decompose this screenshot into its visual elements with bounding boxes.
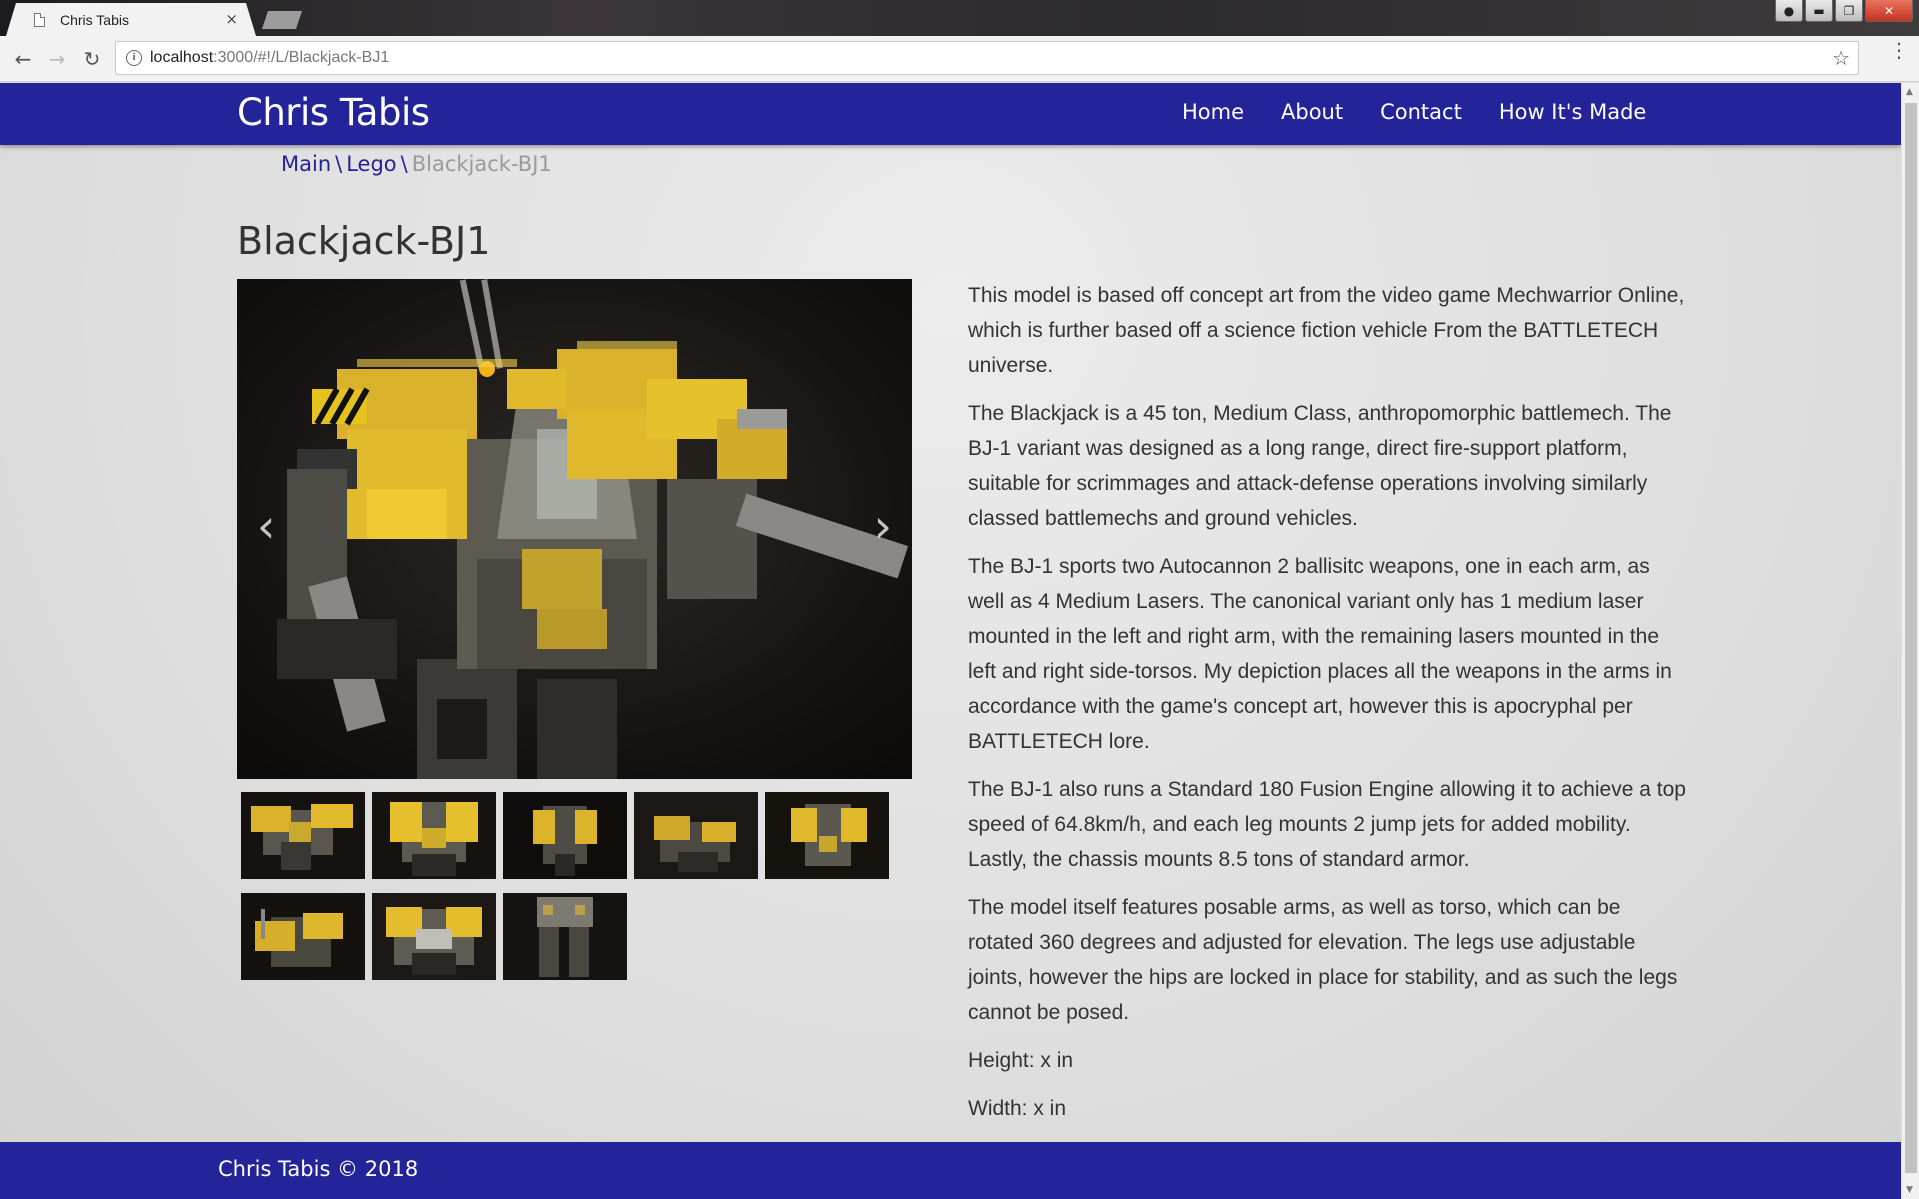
back-arrow-icon[interactable]: ← [8, 44, 38, 74]
window-controls: ● ▬ ❐ ✕ [1775, 0, 1913, 22]
description-paragraph: The BJ-1 also runs a Standard 180 Fusion… [968, 778, 1686, 871]
browser-toolbar: ← → ↻ i localhost:3000/#!/L/Blackjack-BJ… [0, 36, 1919, 82]
image-carousel: ‹ › [237, 279, 912, 779]
breadcrumb-current: Blackjack-BJ1 [411, 152, 552, 176]
user-icon[interactable]: ● [1775, 0, 1803, 22]
url-host: localhost [150, 49, 214, 66]
tab-close-icon[interactable]: × [225, 10, 238, 28]
breadcrumb-separator: \ [335, 152, 343, 176]
reload-icon[interactable]: ↻ [77, 44, 107, 74]
tab-title: Chris Tabis [60, 12, 129, 28]
address-bar[interactable]: i localhost:3000/#!/L/Blackjack-BJ1 ☆ [115, 41, 1859, 75]
carousel-next-icon[interactable]: › [874, 499, 892, 553]
site-navbar: Chris Tabis Home About Contact How It's … [0, 83, 1901, 145]
page-title: Blackjack-BJ1 [237, 219, 491, 263]
nav-home[interactable]: Home [1182, 100, 1244, 124]
width-spec: Width: x in [968, 1097, 1067, 1120]
restore-icon[interactable]: ❐ [1835, 0, 1863, 22]
site-brand[interactable]: Chris Tabis [237, 91, 430, 134]
browser-tabstrip: Chris Tabis × ● ▬ ❐ ✕ [0, 0, 1919, 36]
vertical-scrollbar[interactable]: ▲ ▼ [1901, 83, 1919, 1199]
thumbnail-3[interactable] [503, 792, 627, 879]
bookmark-star-icon[interactable]: ☆ [1832, 46, 1850, 70]
description-paragraph: The Blackjack is a 45 ton, Medium Class,… [968, 402, 1672, 530]
thumbnail-6[interactable] [241, 893, 365, 980]
height-spec: Height: x in [968, 1049, 1074, 1072]
close-window-icon[interactable]: ✕ [1865, 0, 1913, 22]
breadcrumb-main[interactable]: Main [281, 152, 331, 176]
mech-photo [237, 279, 912, 779]
minimize-icon[interactable]: ▬ [1805, 0, 1833, 22]
carousel-prev-icon[interactable]: ‹ [257, 499, 275, 553]
scroll-down-icon[interactable]: ▼ [1906, 1185, 1913, 1195]
url-text[interactable]: localhost:3000/#!/L/Blackjack-BJ1 [150, 49, 389, 67]
thumbnail-1[interactable] [241, 792, 365, 879]
breadcrumb: Main \ Lego \ Blackjack-BJ1 [281, 152, 552, 176]
thumbnail-gallery [241, 792, 911, 980]
nav-about[interactable]: About [1281, 100, 1343, 124]
breadcrumb-separator: \ [400, 152, 408, 176]
scrollbar-thumb[interactable] [1905, 103, 1917, 1173]
nav-links: Home About Contact How It's Made [1182, 100, 1646, 124]
thumbnail-7[interactable] [372, 893, 496, 980]
footer-copyright: Chris Tabis © 2018 [218, 1157, 419, 1181]
thumbnail-5[interactable] [765, 792, 889, 879]
info-icon[interactable]: i [126, 50, 142, 66]
description-paragraph: This model is based off concept art from… [968, 284, 1685, 377]
description: This model is based off concept art from… [968, 278, 1688, 1139]
nav-how-its-made[interactable]: How It's Made [1499, 100, 1647, 124]
url-path: :3000/#!/L/Blackjack-BJ1 [213, 49, 390, 66]
thumbnail-2[interactable] [372, 792, 496, 879]
thumbnail-8[interactable] [503, 893, 627, 980]
scroll-up-icon[interactable]: ▲ [1906, 87, 1913, 97]
page-icon [34, 13, 45, 27]
nav-contact[interactable]: Contact [1380, 100, 1462, 124]
breadcrumb-lego[interactable]: Lego [346, 152, 396, 176]
menu-dots-icon[interactable]: ⋮ [1889, 40, 1909, 60]
thumbnail-4[interactable] [634, 792, 758, 879]
browser-tab[interactable]: Chris Tabis × [6, 3, 256, 36]
description-paragraph: The model itself features posable arms, … [968, 896, 1678, 1024]
new-tab-button[interactable] [262, 11, 302, 29]
forward-arrow-icon[interactable]: → [42, 44, 72, 74]
description-paragraph: The BJ-1 sports two Autocannon 2 ballisi… [968, 555, 1672, 753]
site-footer: Chris Tabis © 2018 [0, 1142, 1901, 1199]
page-viewport: Chris Tabis Home About Contact How It's … [0, 83, 1901, 1199]
